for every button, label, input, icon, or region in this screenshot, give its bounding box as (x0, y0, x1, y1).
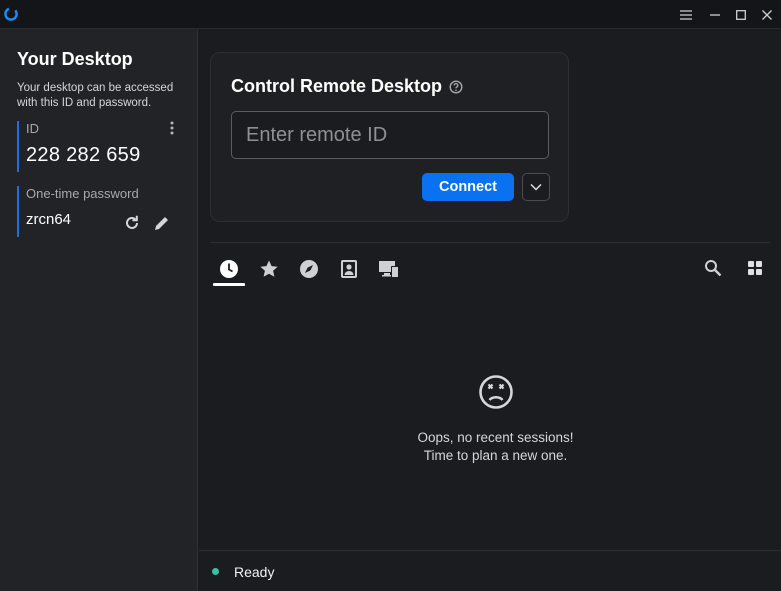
help-icon[interactable] (449, 79, 463, 94)
status-bar: Ready (199, 550, 781, 591)
id-label: ID (26, 121, 39, 136)
sad-face-icon (478, 375, 513, 409)
search-button[interactable] (701, 256, 725, 280)
tab-recent-sessions[interactable] (213, 254, 245, 286)
connect-button[interactable]: Connect (422, 173, 514, 201)
control-title: Control Remote Desktop (231, 76, 463, 97)
app-logo-icon (4, 7, 18, 21)
title-bar (0, 0, 781, 29)
devices-icon (379, 261, 399, 278)
id-section: ID 228 282 659 (17, 121, 182, 172)
empty-message-line1: Oops, no recent sessions! (417, 430, 574, 445)
password-section: One-time password zrcn64 (17, 186, 182, 237)
tab-devices[interactable] (373, 254, 405, 284)
chevron-down-icon (530, 183, 542, 191)
minimize-button[interactable] (707, 7, 723, 23)
grid-view-button[interactable] (743, 256, 767, 280)
grid-view-icon (748, 261, 762, 275)
compass-icon (300, 260, 318, 278)
status-indicator (212, 568, 219, 575)
control-title-text: Control Remote Desktop (231, 76, 443, 96)
id-value: 228 282 659 (26, 144, 141, 166)
close-icon (762, 10, 772, 20)
remote-id-input[interactable] (231, 111, 549, 159)
hamburger-icon (680, 10, 692, 20)
sidebar-title: Your Desktop (17, 49, 133, 69)
empty-state: Oops, no recent sessions! Time to plan a… (199, 374, 781, 465)
tab-favorites[interactable] (253, 254, 285, 284)
control-remote-card: Control Remote Desktop Connect (210, 52, 569, 222)
sidebar: Your Desktop Your desktop can be accesse… (0, 29, 198, 591)
tab-address-book[interactable] (333, 254, 365, 284)
tab-discovered[interactable] (293, 254, 325, 284)
section-divider (210, 242, 770, 243)
star-icon (260, 260, 278, 277)
minimize-icon (710, 14, 720, 16)
edit-icon[interactable] (153, 214, 171, 232)
password-label: One-time password (26, 186, 139, 201)
sidebar-description: Your desktop can be accessed with this I… (17, 82, 174, 109)
empty-message-line2: Time to plan a new one. (423, 448, 568, 463)
more-options-icon[interactable] (169, 121, 175, 135)
clock-icon (220, 260, 238, 278)
search-icon (705, 260, 722, 277)
maximize-button[interactable] (733, 7, 749, 23)
maximize-icon (736, 10, 746, 20)
main-panel: Control Remote Desktop Connect (199, 29, 781, 591)
refresh-icon[interactable] (123, 214, 141, 232)
close-button[interactable] (759, 7, 775, 23)
contact-icon (341, 260, 357, 278)
connect-options-button[interactable] (522, 173, 550, 201)
status-text: Ready (234, 564, 275, 580)
menu-button[interactable] (678, 7, 694, 23)
